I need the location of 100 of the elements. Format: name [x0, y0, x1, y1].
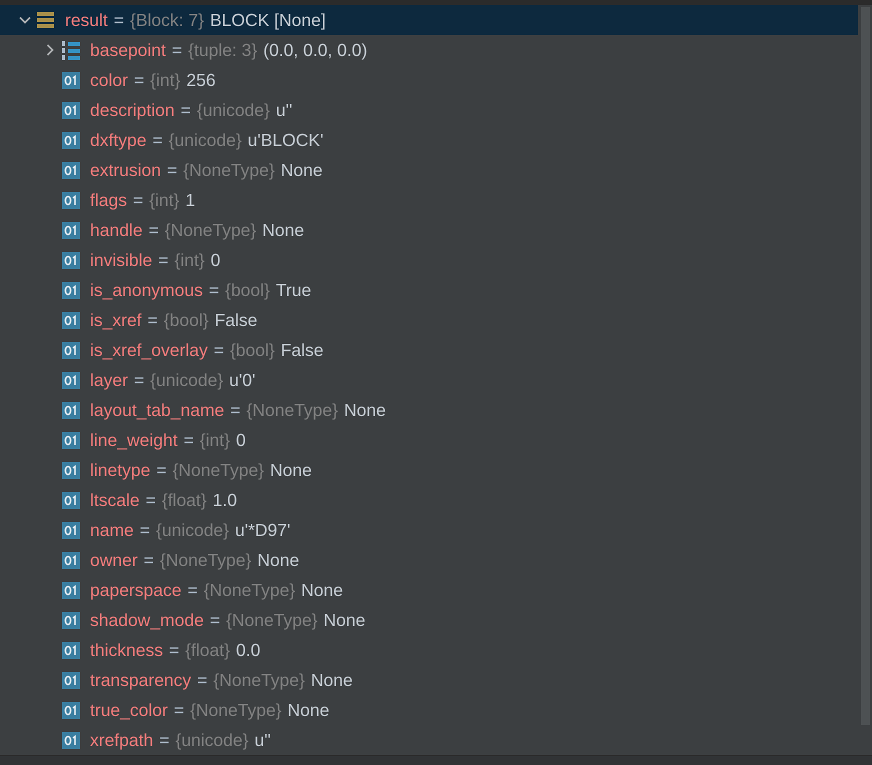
tree-row[interactable]: thickness = {float} 0.0	[0, 635, 858, 665]
variable-value: 0.0	[236, 640, 260, 660]
binary-icon	[62, 72, 80, 88]
variable-type: {bool}	[164, 310, 209, 330]
equals-sign: =	[146, 490, 156, 510]
tree-row[interactable]: is_anonymous = {bool} True	[0, 275, 858, 305]
variable-type: {int}	[149, 190, 180, 210]
tree-row[interactable]: transparency = {NoneType} None	[0, 665, 858, 695]
binary-icon	[62, 132, 80, 148]
tree-row[interactable]: layout_tab_name = {NoneType} None	[0, 395, 858, 425]
binary-icon	[62, 552, 80, 568]
tree-row[interactable]: extrusion = {NoneType} None	[0, 155, 858, 185]
variable-value: None	[324, 610, 366, 630]
equals-sign: =	[208, 280, 220, 300]
variable-value: 256	[186, 70, 216, 90]
tree-row[interactable]: ltscale = {float} 1.0	[0, 485, 858, 515]
variable-value: 1.0	[212, 490, 237, 510]
equals-sign: =	[172, 40, 182, 60]
tree-row[interactable]: basepoint = {tuple: 3} (0.0, 0.0, 0.0)	[0, 35, 858, 65]
binary-icon	[62, 672, 80, 688]
tree-row[interactable]: is_xref = {bool} False	[0, 305, 858, 335]
variable-value: (0.0, 0.0, 0.0)	[263, 40, 368, 60]
variable-name: is_xref	[90, 310, 142, 330]
tree-row[interactable]: description = {unicode} u''	[0, 95, 858, 125]
tree-row[interactable]: paperspace = {NoneType} None	[0, 575, 858, 605]
variable-name: shadow_mode	[90, 610, 204, 630]
binary-icon	[62, 402, 80, 418]
variable-value: u'0'	[229, 370, 256, 390]
variable-type: {unicode}	[175, 730, 248, 750]
variable-type: {NoneType}	[226, 610, 318, 630]
variable-name: layout_tab_name	[90, 400, 224, 420]
tree-row[interactable]: invisible = {int} 0	[0, 245, 858, 275]
variable-name: is_anonymous	[90, 280, 203, 300]
variable-name: paperspace	[90, 580, 182, 600]
variable-type: {unicode}	[150, 370, 224, 390]
equals-sign: =	[168, 640, 180, 660]
tree-row[interactable]: result = {Block: 7} BLOCK [None]	[0, 5, 858, 35]
tree-row[interactable]: true_color = {NoneType} None	[0, 695, 858, 725]
equals-sign: =	[180, 100, 191, 120]
tree-row[interactable]: line_weight = {int} 0	[0, 425, 858, 455]
equals-sign: =	[134, 70, 144, 90]
tree-row[interactable]: handle = {NoneType} None	[0, 215, 858, 245]
variable-value: u'BLOCK'	[248, 130, 324, 150]
variable-value: u''	[254, 730, 271, 750]
binary-icon	[62, 612, 80, 628]
binary-icon	[62, 432, 80, 448]
equals-sign: =	[140, 520, 150, 540]
tree-row[interactable]: xrefpath = {unicode} u''	[0, 725, 858, 755]
equals-sign: =	[156, 460, 167, 480]
variable-type: {int}	[150, 70, 180, 90]
tree-row[interactable]: linetype = {NoneType} None	[0, 455, 858, 485]
binary-icon	[62, 492, 80, 508]
binary-icon	[62, 162, 80, 178]
variable-name: transparency	[90, 670, 192, 690]
variable-type: {int}	[174, 250, 205, 270]
variable-value: None	[262, 220, 304, 240]
variable-type: {unicode}	[156, 520, 230, 540]
equals-sign: =	[167, 160, 178, 180]
numbered-list-icon	[62, 40, 80, 60]
tree-row[interactable]: flags = {int} 1	[0, 185, 858, 215]
equals-sign: =	[134, 370, 144, 390]
binary-icon	[62, 102, 80, 118]
variable-name: thickness	[90, 640, 163, 660]
variable-name: ltscale	[90, 490, 140, 510]
tree-row[interactable]: layer = {unicode} u'0'	[0, 365, 858, 395]
tree-row[interactable]: dxftype = {unicode} u'BLOCK'	[0, 125, 858, 155]
equals-sign: =	[114, 10, 124, 30]
variable-name: true_color	[90, 700, 168, 720]
tree-row[interactable]: owner = {NoneType} None	[0, 545, 858, 575]
variable-value: 1	[185, 190, 196, 210]
variable-type: {unicode}	[196, 100, 270, 120]
binary-icon	[62, 252, 80, 268]
variable-type: {NoneType}	[246, 400, 338, 420]
variable-name: dxftype	[90, 130, 146, 150]
equals-sign: =	[152, 130, 163, 150]
variable-type: {bool}	[225, 280, 270, 300]
variable-type: {bool}	[230, 340, 275, 360]
variable-type: {NoneType}	[183, 160, 275, 180]
binary-icon	[62, 312, 80, 328]
variable-type: {NoneType}	[190, 700, 282, 720]
tree-row[interactable]: name = {unicode} u'*D97'	[0, 515, 858, 545]
tree-row[interactable]: is_xref_overlay = {bool} False	[0, 335, 858, 365]
variable-value: BLOCK [None]	[210, 10, 326, 30]
variable-type: {NoneType}	[172, 460, 264, 480]
equals-sign: =	[230, 400, 241, 420]
chevron-down-icon[interactable]	[18, 14, 30, 26]
binary-icon	[62, 282, 80, 298]
variable-type: {Block: 7}	[130, 10, 204, 30]
equals-sign: =	[214, 340, 224, 360]
variable-value: 0	[236, 430, 246, 450]
variable-type: {float}	[185, 640, 230, 660]
tree-row[interactable]: shadow_mode = {NoneType} None	[0, 605, 858, 635]
variable-value: 0	[210, 250, 220, 270]
tree-row[interactable]: color = {int} 256	[0, 65, 858, 95]
variable-name: is_xref_overlay	[90, 340, 208, 360]
variable-type: {NoneType}	[160, 550, 252, 570]
equals-sign: =	[184, 430, 194, 450]
variable-type: {int}	[200, 430, 230, 450]
equals-sign: =	[148, 310, 158, 330]
variable-name: color	[90, 70, 128, 90]
